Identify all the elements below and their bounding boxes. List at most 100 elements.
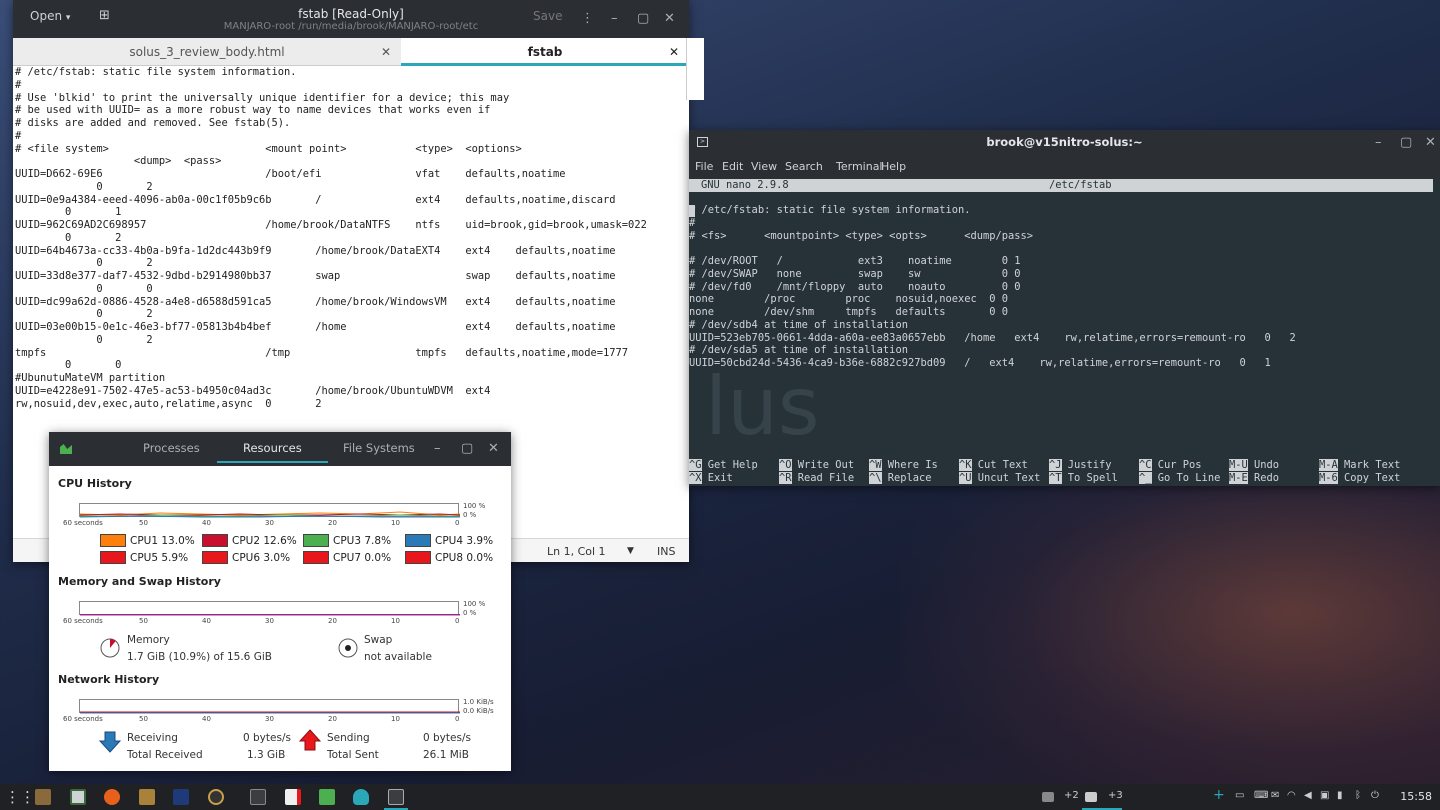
close-icon[interactable]: ✕ xyxy=(664,11,675,26)
nano-shortcut: ^_ Go To Line xyxy=(1139,472,1220,484)
close-icon[interactable]: ✕ xyxy=(488,441,499,456)
workspace-count[interactable]: +2 xyxy=(1064,790,1079,801)
nano-shortcut: M-6 Copy Text xyxy=(1319,472,1400,484)
clock[interactable]: 15:58 xyxy=(1400,790,1432,803)
close-tab-icon[interactable]: ✕ xyxy=(381,38,391,66)
chevron-down-icon[interactable]: ▼ xyxy=(627,546,634,556)
menu-item-terminal[interactable]: Terminal xyxy=(836,160,883,173)
tab-fstab[interactable]: fstab ✕ xyxy=(401,38,689,66)
tab-resources[interactable]: Resources xyxy=(217,441,328,463)
total-received: 1.3 GiB xyxy=(247,749,286,761)
close-tab-icon[interactable]: ✕ xyxy=(669,38,679,66)
cpu-usage-label: CPU4 3.9% xyxy=(435,535,494,547)
shortcut-label: Exit xyxy=(701,472,733,484)
shortcut-label: Where Is xyxy=(881,459,938,471)
minimize-icon[interactable]: – xyxy=(611,11,618,26)
menu-item-view[interactable]: View xyxy=(751,160,777,173)
x-tick-label: 0 xyxy=(455,617,460,625)
swap-value: not available xyxy=(364,651,432,663)
camera-icon[interactable] xyxy=(208,789,224,805)
archive-icon[interactable] xyxy=(139,789,155,805)
nano-shortcut: ^\ Replace xyxy=(869,472,932,484)
save-button[interactable]: Save xyxy=(533,9,562,23)
shortcut-key: ^J xyxy=(1049,459,1062,471)
x-tick-label: 60 seconds xyxy=(63,617,103,625)
keyboard-icon[interactable]: ⌨ xyxy=(1254,790,1268,801)
system-monitor-icon[interactable] xyxy=(319,789,335,805)
terminal-icon[interactable] xyxy=(1042,792,1054,802)
power-icon[interactable]: ⏻ xyxy=(1371,790,1379,801)
battery-icon[interactable]: ▮ xyxy=(1337,790,1343,801)
tab-processes[interactable]: Processes xyxy=(143,441,200,455)
bluetooth-icon[interactable]: ᛒ xyxy=(1355,790,1361,801)
lock-icon[interactable]: ▣ xyxy=(1320,790,1329,801)
x-tick-label: 60 seconds xyxy=(63,519,103,527)
nano-editor[interactable]: # /etc/fstab: static file system informa… xyxy=(689,204,1296,370)
cpu-color-swatch[interactable] xyxy=(202,551,228,564)
menu-icon[interactable]: ⋮ xyxy=(581,11,594,26)
tab-label: fstab xyxy=(527,45,563,59)
cpu-color-swatch[interactable] xyxy=(405,534,431,547)
maximize-icon[interactable]: ▢ xyxy=(637,11,649,26)
total-received-label: Total Received xyxy=(127,749,203,761)
cpu-color-swatch[interactable] xyxy=(303,551,329,564)
nano-shortcut: ^R Read File xyxy=(779,472,854,484)
maximize-icon[interactable]: ▢ xyxy=(1400,135,1412,150)
menu-item-edit[interactable]: Edit xyxy=(722,160,743,173)
menu-item-help[interactable]: Help xyxy=(881,160,906,173)
add-icon[interactable]: + xyxy=(1213,787,1225,803)
terminal-icon[interactable] xyxy=(1085,792,1097,802)
text-editor[interactable]: # /etc/fstab: static file system informa… xyxy=(15,66,647,410)
text-editor-icon[interactable] xyxy=(285,789,301,805)
cpu-color-swatch[interactable] xyxy=(100,534,126,547)
receiving-label: Receiving xyxy=(127,732,178,744)
cpu-color-swatch[interactable] xyxy=(100,551,126,564)
nano-shortcut: M-E Redo xyxy=(1229,472,1279,484)
system-monitor-icon xyxy=(60,444,72,454)
minimize-icon[interactable]: – xyxy=(1375,135,1382,150)
x-tick-label: 0 xyxy=(455,519,460,527)
network-icon[interactable]: ◠ xyxy=(1287,790,1296,801)
x-tick-label: 10 xyxy=(391,519,400,527)
menu-item-file[interactable]: File xyxy=(695,160,713,173)
x-tick-label: 30 xyxy=(265,715,274,723)
terminal-icon[interactable] xyxy=(388,789,404,805)
shortcut-label: Uncut Text xyxy=(971,472,1041,484)
cursor-position[interactable]: Ln 1, Col 1 xyxy=(547,545,606,558)
network-axis-max: 1.0 KiB/s xyxy=(463,698,494,706)
document-icon[interactable] xyxy=(70,789,86,805)
tab-file-systems[interactable]: File Systems xyxy=(343,441,415,455)
minimize-icon[interactable]: – xyxy=(434,441,441,456)
cpu-color-swatch[interactable] xyxy=(405,551,431,564)
sending-label: Sending xyxy=(327,732,370,744)
volume-icon[interactable]: ◀ xyxy=(1304,790,1312,801)
network-axis-min: 0.0 KiB/s xyxy=(463,707,494,715)
gedit-headerbar: Open ▾ ⊞ fstab [Read-Only] MANJARO-root … xyxy=(13,0,689,38)
software-center-icon[interactable] xyxy=(353,789,369,805)
cpu-color-swatch[interactable] xyxy=(202,534,228,547)
nano-shortcut: ^U Uncut Text xyxy=(959,472,1040,484)
shortcut-key: ^W xyxy=(869,459,882,471)
mail-icon[interactable]: ✉ xyxy=(1271,790,1279,801)
tab-solus-review[interactable]: solus_3_review_body.html ✕ xyxy=(13,38,401,66)
firefox-icon[interactable] xyxy=(104,789,120,805)
network-history-title: Network History xyxy=(58,673,160,686)
app-menu-icon[interactable]: ⋮⋮ xyxy=(5,789,35,805)
menu-item-search[interactable]: Search xyxy=(785,160,823,173)
display-icon[interactable]: ▭ xyxy=(1235,790,1244,801)
terminal-app-icon[interactable] xyxy=(173,789,189,805)
shortcut-key: M-E xyxy=(1229,472,1248,484)
shortcut-key: M-A xyxy=(1319,459,1338,471)
maximize-icon[interactable]: ▢ xyxy=(461,441,473,456)
shortcut-label: Cur Pos xyxy=(1151,459,1202,471)
text-cursor xyxy=(689,205,695,217)
swap-label: Swap xyxy=(364,634,393,646)
shortcut-key: ^C xyxy=(1139,459,1152,471)
cpu-color-swatch[interactable] xyxy=(303,534,329,547)
close-icon[interactable]: ✕ xyxy=(1425,135,1436,150)
tab-label: solus_3_review_body.html xyxy=(129,45,285,59)
files-icon[interactable] xyxy=(35,789,51,805)
workspace-count[interactable]: +3 xyxy=(1108,790,1123,801)
nano-shortcut: ^C Cur Pos xyxy=(1139,459,1202,471)
terminal-icon[interactable] xyxy=(250,789,266,805)
